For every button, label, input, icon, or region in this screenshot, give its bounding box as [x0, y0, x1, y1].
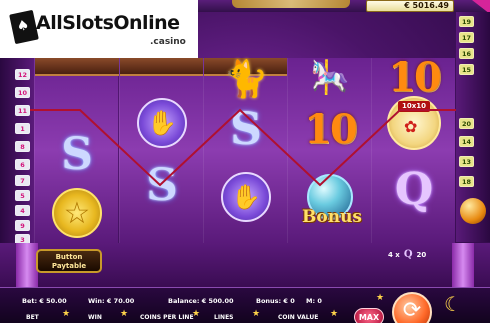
- reel-symbol-palm: ✋: [204, 166, 288, 228]
- win-stat: Win: € 70.00: [88, 297, 135, 305]
- coins-per-line-control[interactable]: COINS PER LINE: [140, 314, 194, 321]
- max-bet-button[interactable]: MAX: [354, 308, 384, 323]
- payline-right-2[interactable]: 17: [459, 32, 474, 43]
- payline-left-5[interactable]: 8: [15, 141, 30, 152]
- win-info: 4 x Q 20: [388, 248, 446, 261]
- payline-left-9[interactable]: 4: [15, 205, 30, 216]
- star-icon: ★: [120, 309, 129, 319]
- reel-symbol-s: S: [120, 154, 204, 216]
- payline-right-6[interactable]: 14: [459, 136, 474, 147]
- lines-control[interactable]: LINES: [214, 314, 234, 321]
- wagon-icon: 🎠: [310, 58, 350, 96]
- win-control: WIN: [88, 314, 102, 321]
- payline-left-7[interactable]: 7: [15, 175, 30, 186]
- ten-symbol: 10: [304, 105, 358, 153]
- cat-icon: 🐈: [223, 59, 269, 100]
- payline-right-7[interactable]: 13: [459, 156, 474, 167]
- palm-icon: ✋: [137, 98, 187, 148]
- payline-right-4[interactable]: 15: [459, 64, 474, 75]
- reel-4: 🎠 10 Bonus: [287, 58, 371, 243]
- s-symbol: S: [146, 159, 178, 211]
- bet-control[interactable]: BET: [26, 314, 39, 321]
- moon-icon: ☾: [444, 292, 462, 316]
- palm-icon: ✋: [221, 172, 271, 222]
- site-logo: AllSlotsOnline .casino: [0, 0, 198, 58]
- orange-orb-icon: [460, 198, 486, 224]
- multiplier-symbol: 10x10 ✿: [384, 95, 444, 151]
- multiplier-label: 10x10: [398, 101, 430, 112]
- payline-left-1[interactable]: 12: [15, 69, 30, 80]
- reel-area: S ☆ ✋ S 🐈 S ✋ 🎠 10 Bonus 10 10x10 ✿ Q: [34, 54, 456, 244]
- reel-symbol-s: S: [35, 123, 119, 185]
- bonus-symbol: Bonus: [295, 169, 365, 227]
- payline-right-3[interactable]: 16: [459, 48, 474, 59]
- payline-right-1[interactable]: 19: [459, 16, 474, 27]
- spin-icon: ⟳: [402, 298, 422, 323]
- logo-subtext: .casino: [150, 37, 186, 47]
- logo-text: AllSlotsOnline: [36, 12, 180, 34]
- star-icon: ★: [330, 309, 339, 319]
- win-info-count: 4 x: [388, 250, 400, 259]
- payline-left-6[interactable]: 6: [15, 159, 30, 170]
- reel-symbol-ten: 10: [288, 98, 372, 160]
- spade-card-icon: [9, 9, 39, 45]
- game-title-ornament: [232, 0, 350, 8]
- balance-stat: Balance: € 500.00: [168, 297, 234, 305]
- left-pillar: [16, 243, 38, 287]
- star-icon: ★: [252, 309, 261, 319]
- reel-symbol-bonus: Bonus: [288, 166, 372, 228]
- bonus-stat: Bonus: € 0: [256, 297, 295, 305]
- top-balance-display: € 5016.49: [366, 0, 454, 12]
- payline-left-3[interactable]: 11: [15, 105, 30, 116]
- reel-symbol-s: S: [204, 98, 288, 160]
- bonus-label: Bonus: [302, 207, 362, 227]
- reel-3: 🐈 S ✋: [203, 58, 288, 243]
- right-pillar: [452, 243, 474, 287]
- paytable-button-line2: Paytable: [51, 262, 87, 270]
- slot-game-screen: € 5016.49 S ☆ ✋ S 🐈 S ✋ 🎠 10 Bonus 10 10…: [0, 0, 490, 323]
- payline-left-10[interactable]: 9: [15, 220, 30, 231]
- misc-stat: M: 0: [306, 297, 322, 305]
- payline-left-8[interactable]: 5: [15, 190, 30, 201]
- reel-5: 10 10x10 ✿ Q: [371, 54, 456, 243]
- star-icon: ★: [376, 293, 385, 303]
- s-symbol: S: [230, 103, 262, 155]
- roses-icon: ✿: [404, 117, 418, 136]
- payline-left-2[interactable]: 10: [15, 87, 30, 98]
- bet-stat: Bet: € 50.00: [22, 297, 67, 305]
- payline-left-4[interactable]: 1: [15, 123, 30, 134]
- star-icon: ★: [62, 309, 71, 319]
- reel-1: S ☆: [34, 58, 119, 244]
- reel-symbol-book: [35, 68, 119, 130]
- pentacle-icon: ☆: [52, 188, 102, 238]
- win-info-symbol: Q: [403, 249, 413, 260]
- reel-symbol-q: Q: [372, 158, 456, 220]
- paytable-button-line1: Button: [55, 253, 83, 261]
- payline-right-5[interactable]: 20: [459, 118, 474, 129]
- paytable-button[interactable]: Button Paytable: [36, 249, 102, 273]
- reel-2: ✋ S: [119, 58, 204, 243]
- reel-symbol-multiplier: 10x10 ✿: [372, 92, 456, 154]
- payline-right-8[interactable]: 18: [459, 176, 474, 187]
- s-symbol: S: [61, 128, 93, 180]
- coin-value-control[interactable]: COIN VALUE: [278, 314, 318, 321]
- win-info-amount: 20: [416, 250, 427, 259]
- reel-symbol-pentacle: ☆: [35, 182, 119, 244]
- q-symbol: Q: [394, 163, 434, 215]
- reel-symbol-palm: ✋: [120, 92, 204, 154]
